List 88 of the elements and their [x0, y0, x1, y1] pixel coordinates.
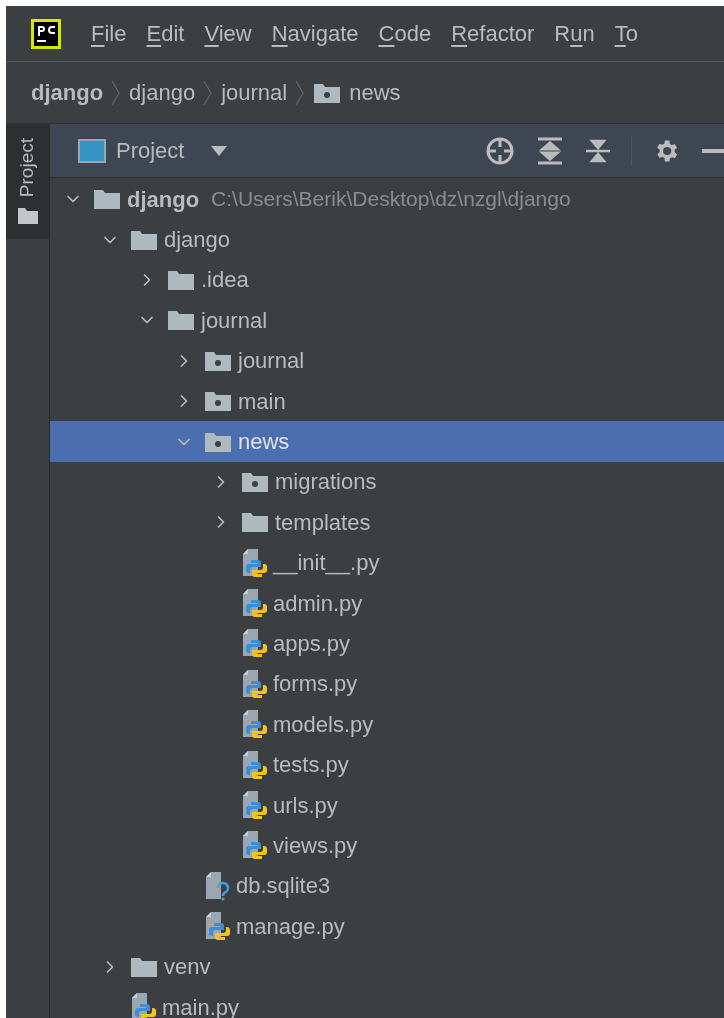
tree-item[interactable]: models.py — [50, 704, 724, 745]
tree-item[interactable]: journal — [50, 300, 724, 341]
tree-item[interactable]: views.py — [50, 825, 724, 866]
menu-item[interactable]: Run — [554, 17, 595, 50]
menu-item[interactable]: Refactor — [451, 17, 535, 50]
tree-item-label: django — [164, 226, 231, 255]
view-selector[interactable]: Project — [116, 134, 185, 167]
tree-item-path: C:\Users\Berik\Desktop\dz\nzgl\django — [211, 186, 571, 213]
menu-item[interactable]: View — [204, 17, 252, 50]
menu-item[interactable]: Code — [378, 17, 432, 50]
package-folder-icon — [204, 430, 232, 453]
menu-item[interactable]: Navigate — [271, 17, 359, 50]
tree-item[interactable]: .idea — [50, 259, 724, 301]
package-folder-icon — [313, 81, 342, 104]
locate-icon[interactable] — [485, 135, 515, 166]
folder-icon — [241, 511, 269, 534]
folder-icon — [167, 309, 195, 332]
tree-item-label: manage.py — [236, 912, 345, 941]
python-file-icon — [241, 628, 267, 659]
package-folder-icon — [204, 390, 232, 413]
tree-item-label: news — [238, 428, 290, 457]
app-logo-icon — [31, 18, 61, 49]
tree-item-label: models.py — [273, 710, 374, 739]
tree-item-label: templates — [275, 508, 371, 537]
tree-item-label: .idea — [201, 266, 249, 295]
python-file-icon — [241, 749, 267, 780]
folder-icon — [130, 228, 158, 251]
tree-item[interactable]: urls.py — [50, 784, 724, 826]
menu-item[interactable]: Edit — [146, 17, 185, 50]
tool-window-tab-label: Project — [15, 138, 39, 198]
tool-window-tab[interactable]: Project — [6, 124, 49, 240]
tree-item-label: main — [238, 387, 286, 416]
tree-item-label: django — [127, 185, 200, 214]
tree-item[interactable]: main — [50, 380, 724, 422]
unknown-file-icon — [204, 870, 230, 901]
tree-item[interactable]: django — [50, 219, 724, 260]
tree-item-label: urls.py — [273, 791, 338, 820]
breadcrumb-item[interactable]: django — [31, 76, 104, 109]
tree-item-label: tests.py — [273, 751, 349, 780]
breadcrumb-item[interactable]: news — [349, 76, 401, 109]
tree-item[interactable]: db.sqlite3 — [50, 865, 724, 907]
folder-icon — [130, 955, 158, 978]
tree-item[interactable]: __init__.py — [50, 542, 724, 583]
breadcrumb-item[interactable]: django — [129, 76, 196, 109]
tree-item-label: venv — [164, 953, 211, 982]
package-folder-icon — [204, 349, 232, 372]
python-file-icon — [241, 790, 267, 821]
tree-item-label: admin.py — [273, 589, 363, 618]
tree-item[interactable]: templates — [50, 502, 724, 543]
minimize-icon[interactable] — [702, 148, 724, 153]
tree-item-label: forms.py — [273, 670, 358, 699]
python-file-icon — [241, 668, 267, 699]
folder-icon — [93, 188, 121, 211]
folder-icon — [167, 268, 195, 291]
breadcrumb-separator-icon — [203, 79, 214, 106]
tree-item[interactable]: journal — [50, 340, 724, 381]
window-icon — [78, 138, 106, 163]
python-file-icon — [241, 588, 267, 619]
tree-item[interactable]: django C:\Users\Berik\Desktop\dz\nzgl\django — [50, 179, 724, 220]
menu-item[interactable]: File — [91, 17, 127, 50]
tree-item[interactable]: tests.py — [50, 744, 724, 785]
tree-item-label: __init__.py — [273, 549, 380, 578]
tree-item-label: journal — [238, 347, 305, 376]
tree-item-label: apps.py — [273, 630, 351, 658]
python-file-icon — [241, 547, 267, 578]
python-file-icon — [241, 709, 267, 740]
expand-all-icon[interactable] — [537, 136, 563, 165]
tree-item[interactable]: migrations — [50, 461, 724, 503]
tree-item[interactable]: venv — [50, 946, 724, 987]
tree-item[interactable]: news — [50, 421, 724, 462]
python-file-icon — [204, 911, 230, 942]
tree-item[interactable]: admin.py — [50, 582, 724, 624]
breadcrumb-separator-icon — [295, 79, 306, 106]
tree-item[interactable]: forms.py — [50, 663, 724, 705]
tree-item[interactable]: apps.py — [50, 623, 724, 664]
python-file-icon — [130, 992, 156, 1018]
python-file-icon — [241, 830, 267, 861]
package-folder-icon — [241, 470, 269, 493]
folder-icon — [16, 207, 39, 226]
tree-item-label: views.py — [273, 831, 358, 860]
tree-item[interactable]: manage.py — [50, 906, 724, 947]
breadcrumb-separator-icon — [111, 79, 122, 106]
menu-item[interactable]: To — [614, 17, 638, 50]
tree-item-label: migrations — [275, 468, 377, 497]
breadcrumb-item[interactable]: journal — [221, 76, 288, 109]
dropdown-caret-icon[interactable] — [210, 144, 229, 157]
tree-item-label: db.sqlite3 — [236, 872, 331, 901]
tree-item-label: journal — [201, 306, 268, 335]
